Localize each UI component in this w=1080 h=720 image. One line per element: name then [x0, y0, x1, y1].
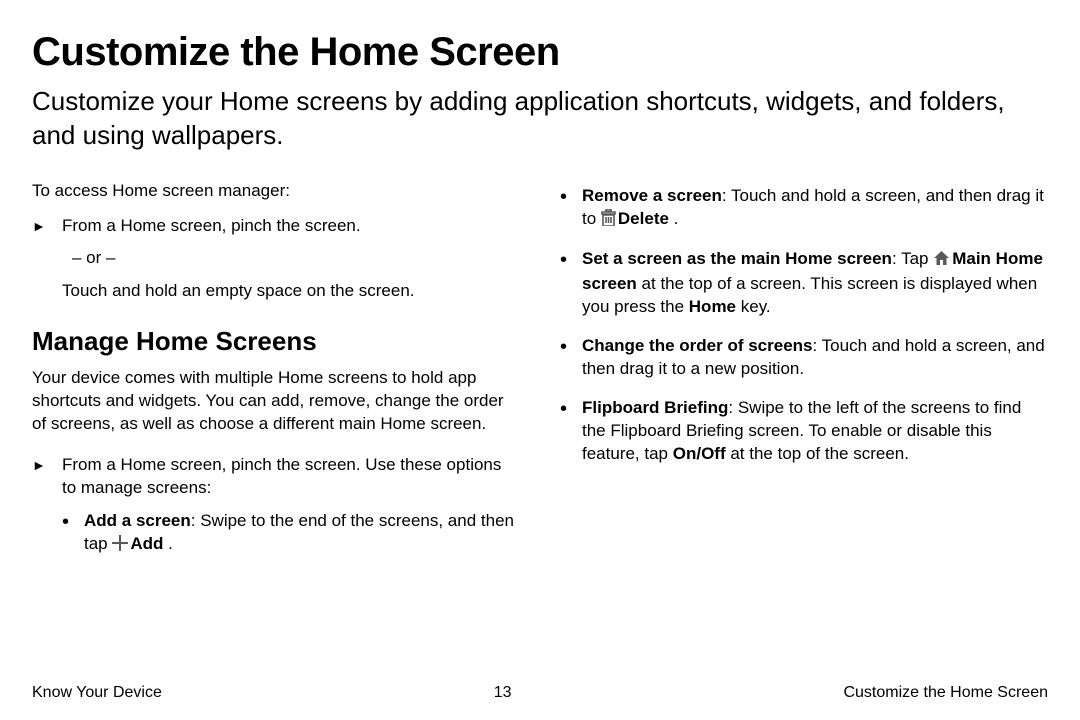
plus-icon — [112, 535, 128, 558]
bullet-flip-onoff: On/Off — [673, 444, 726, 463]
intro-paragraph: Customize your Home screens by adding ap… — [32, 85, 1048, 153]
bullet-main-home-key: Home — [689, 297, 736, 316]
manage-bullets-right: Remove a screen: Touch and hold a screen… — [560, 185, 1048, 466]
manage-arrow-text: From a Home screen, pinch the screen. Us… — [62, 455, 501, 497]
content-columns: To access Home screen manager: ► From a … — [32, 181, 1048, 574]
document-page: Customize the Home Screen Customize your… — [0, 0, 1080, 720]
access-step-1: ► From a Home screen, pinch the screen. — [32, 215, 520, 238]
column-right: Remove a screen: Touch and hold a screen… — [560, 181, 1048, 574]
bullet-add-screen: Add a screen: Swipe to the end of the sc… — [62, 510, 520, 558]
arrow-icon: ► — [32, 456, 46, 475]
bullet-main-before: : Tap — [892, 249, 933, 268]
or-divider: – or – — [32, 248, 520, 268]
trash-icon — [601, 209, 616, 233]
access-lead: To access Home screen manager: — [32, 181, 520, 201]
bullet-remove-title: Remove a screen — [582, 186, 722, 205]
bullet-add-title: Add a screen — [84, 511, 191, 530]
arrow-icon: ► — [32, 217, 46, 236]
footer-right: Customize the Home Screen — [843, 684, 1048, 702]
bullet-flip-after: at the top of the screen. — [726, 444, 909, 463]
home-icon — [933, 250, 950, 273]
bullet-add-after: . — [163, 534, 172, 553]
bullet-flipboard: Flipboard Briefing: Swipe to the left of… — [560, 397, 1048, 466]
page-footer: Know Your Device 13 Customize the Home S… — [32, 684, 1048, 702]
manage-arrow-step: ► From a Home screen, pinch the screen. … — [32, 454, 520, 500]
column-left: To access Home screen manager: ► From a … — [32, 181, 520, 574]
bullet-flip-title: Flipboard Briefing — [582, 398, 728, 417]
page-title: Customize the Home Screen — [32, 30, 1048, 75]
bullet-remove-after: . — [669, 209, 678, 228]
bullet-main-title: Set a screen as the main Home screen — [582, 249, 892, 268]
bullet-order-title: Change the order of screens — [582, 336, 813, 355]
access-step-1-text: From a Home screen, pinch the screen. — [62, 216, 361, 235]
access-step-2-text: Touch and hold an empty space on the scr… — [32, 280, 520, 303]
bullet-remove-screen: Remove a screen: Touch and hold a screen… — [560, 185, 1048, 233]
bullet-remove-icon-label: Delete — [618, 209, 669, 228]
bullet-change-order: Change the order of screens: Touch and h… — [560, 335, 1048, 381]
bullet-set-main: Set a screen as the main Home screen: Ta… — [560, 248, 1048, 319]
manage-paragraph: Your device comes with multiple Home scr… — [32, 367, 520, 436]
bullet-add-icon-label: Add — [130, 534, 163, 553]
bullet-main-mid: at the top of a screen. This screen is d… — [582, 274, 1037, 316]
footer-left: Know Your Device — [32, 684, 162, 702]
manage-heading: Manage Home Screens — [32, 326, 520, 357]
bullet-main-after: key. — [736, 297, 771, 316]
manage-bullets-left: Add a screen: Swipe to the end of the sc… — [32, 510, 520, 558]
footer-page-number: 13 — [494, 684, 512, 702]
